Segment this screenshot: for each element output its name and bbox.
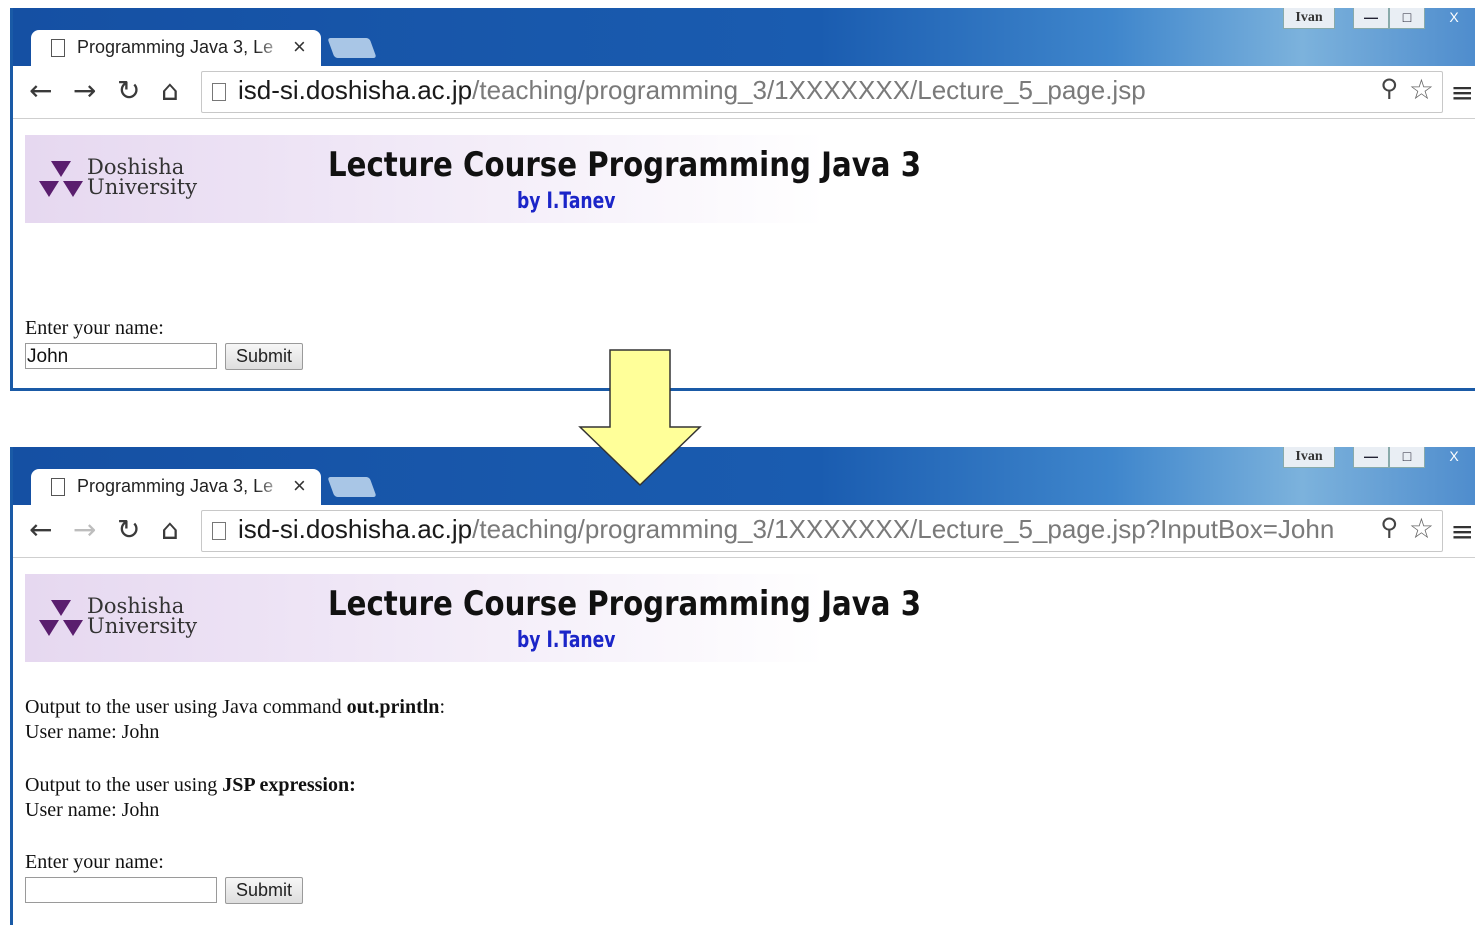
output-user-name-println: User name: John bbox=[25, 721, 160, 743]
user-profile-badge[interactable]: Ivan bbox=[1283, 8, 1335, 29]
document-icon bbox=[51, 39, 65, 57]
home-icon[interactable]: ⌂ bbox=[161, 515, 179, 545]
browser-toolbar: ← → ↻ ⌂ isd-si.doshisha.ac.jp/teaching/p… bbox=[13, 66, 1475, 119]
title-bar: Programming Java 3, Le × Ivan — □ X bbox=[13, 447, 1475, 505]
course-title: Lecture Course Programming Java 3 bbox=[328, 584, 922, 624]
page-content: Doshisha University Lecture Course Progr… bbox=[13, 119, 1475, 388]
title-bar: Programming Java 3, Le × Ivan — □ X bbox=[13, 8, 1475, 66]
browser-window-after: Programming Java 3, Le × Ivan — □ X ← → … bbox=[10, 447, 1475, 925]
university-name: Doshisha University bbox=[87, 155, 198, 199]
zoom-icon[interactable]: ⚲ bbox=[1380, 513, 1398, 541]
menu-icon[interactable]: ≡ bbox=[1451, 515, 1474, 548]
name-label: Enter your name: bbox=[25, 851, 164, 873]
bookmark-star-icon[interactable]: ☆ bbox=[1409, 73, 1434, 106]
browser-tab[interactable]: Programming Java 3, Le × bbox=[31, 30, 321, 66]
back-icon[interactable]: ← bbox=[29, 515, 52, 545]
close-window-button[interactable]: X bbox=[1437, 447, 1471, 467]
doshisha-logo-icon bbox=[39, 161, 83, 197]
document-icon bbox=[51, 478, 65, 496]
reload-icon[interactable]: ↻ bbox=[117, 76, 140, 106]
new-tab-button[interactable] bbox=[327, 38, 377, 58]
bookmark-star-icon[interactable]: ☆ bbox=[1409, 512, 1434, 545]
course-author: by I.Tanev bbox=[517, 628, 616, 653]
output-user-name-jsp: User name: John bbox=[25, 799, 160, 821]
browser-tab[interactable]: Programming Java 3, Le × bbox=[31, 469, 321, 505]
maximize-button[interactable]: □ bbox=[1389, 8, 1425, 29]
name-label: Enter your name: bbox=[25, 317, 164, 339]
maximize-button[interactable]: □ bbox=[1389, 447, 1425, 468]
course-banner: Doshisha University Lecture Course Progr… bbox=[25, 574, 921, 662]
course-banner: Doshisha University Lecture Course Progr… bbox=[25, 135, 921, 223]
user-profile-badge[interactable]: Ivan bbox=[1283, 447, 1335, 468]
back-icon[interactable]: ← bbox=[29, 76, 52, 106]
tab-close-icon[interactable]: × bbox=[293, 473, 306, 499]
tab-close-icon[interactable]: × bbox=[293, 34, 306, 60]
address-bar[interactable]: isd-si.doshisha.ac.jp/teaching/programmi… bbox=[201, 71, 1443, 113]
doshisha-logo-icon bbox=[39, 600, 83, 636]
home-icon[interactable]: ⌂ bbox=[161, 76, 179, 106]
address-bar[interactable]: isd-si.doshisha.ac.jp/teaching/programmi… bbox=[201, 510, 1443, 552]
url-text: isd-si.doshisha.ac.jp/teaching/programmi… bbox=[238, 514, 1335, 544]
close-window-button[interactable]: X bbox=[1437, 8, 1471, 28]
new-tab-button[interactable] bbox=[327, 477, 377, 497]
down-arrow-icon bbox=[578, 349, 702, 487]
submit-button[interactable]: Submit bbox=[225, 877, 303, 904]
tab-title: Programming Java 3, Le bbox=[77, 476, 274, 496]
forward-icon[interactable]: → bbox=[73, 76, 96, 106]
page-icon bbox=[212, 83, 226, 101]
zoom-icon[interactable]: ⚲ bbox=[1380, 74, 1398, 102]
name-input[interactable]: John bbox=[25, 343, 217, 369]
output-heading-jsp: Output to the user using JSP expression: bbox=[25, 774, 356, 796]
forward-icon[interactable]: → bbox=[73, 515, 96, 545]
reload-icon[interactable]: ↻ bbox=[117, 515, 140, 545]
page-content: Doshisha University Lecture Course Progr… bbox=[13, 558, 1475, 925]
course-author: by I.Tanev bbox=[517, 189, 616, 214]
minimize-button[interactable]: — bbox=[1353, 447, 1389, 468]
minimize-button[interactable]: — bbox=[1353, 8, 1389, 29]
output-heading-println: Output to the user using Java command ou… bbox=[25, 696, 445, 718]
name-input[interactable] bbox=[25, 877, 217, 903]
browser-window-before: Programming Java 3, Le × Ivan — □ X ← → … bbox=[10, 8, 1475, 391]
submit-button[interactable]: Submit bbox=[225, 343, 303, 370]
url-text: isd-si.doshisha.ac.jp/teaching/programmi… bbox=[238, 75, 1146, 105]
menu-icon[interactable]: ≡ bbox=[1451, 76, 1474, 109]
page-icon bbox=[212, 522, 226, 540]
tab-title: Programming Java 3, Le bbox=[77, 37, 274, 57]
university-name: Doshisha University bbox=[87, 594, 198, 638]
browser-toolbar: ← → ↻ ⌂ isd-si.doshisha.ac.jp/teaching/p… bbox=[13, 505, 1475, 558]
course-title: Lecture Course Programming Java 3 bbox=[328, 145, 922, 185]
